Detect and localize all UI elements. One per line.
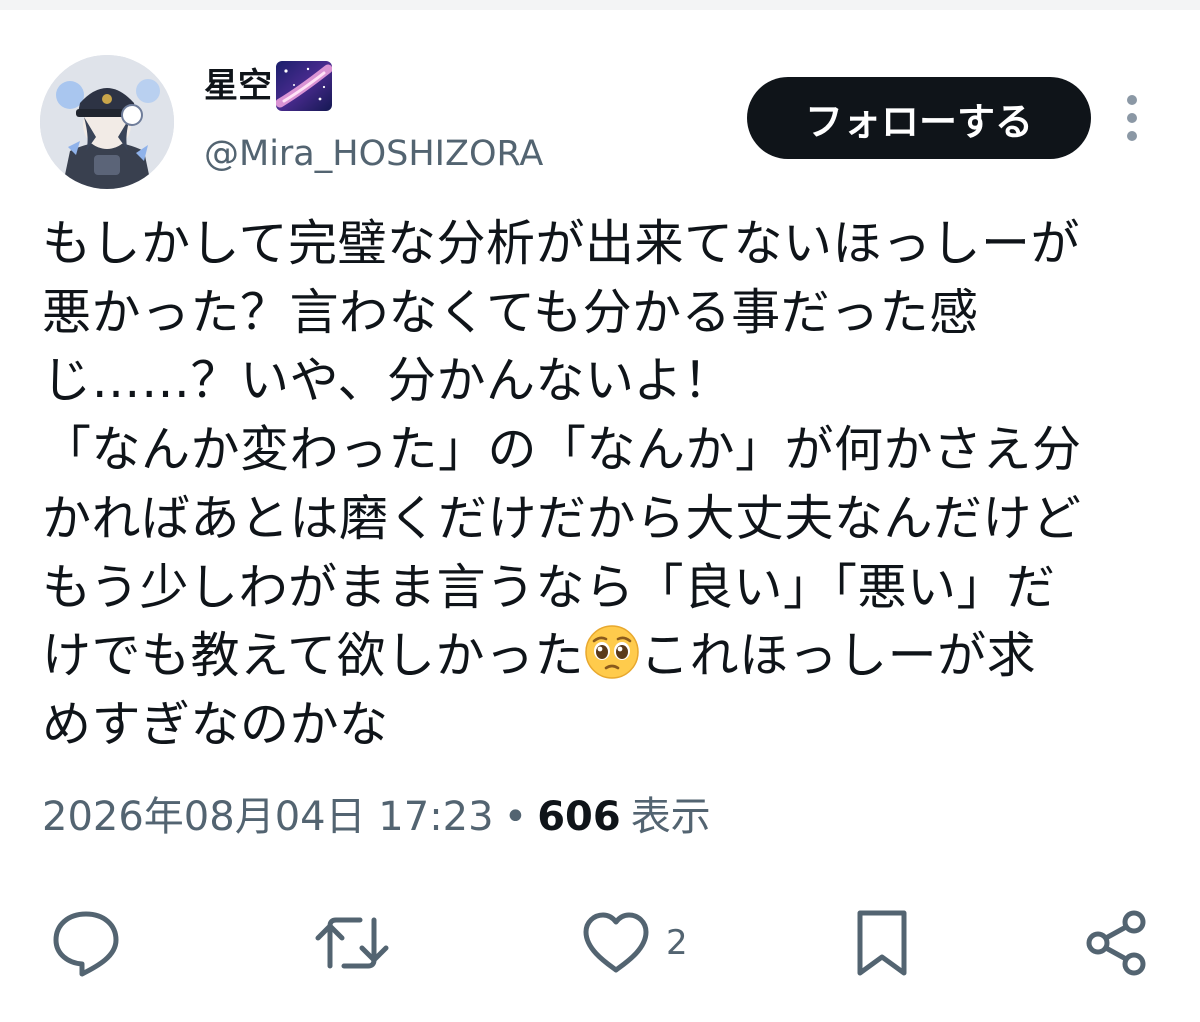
share-icon [1086, 910, 1146, 976]
user-handle[interactable]: @Mira_HOSHIZORA [204, 132, 543, 176]
tweet-text: もしかして完璧な分析が出来てないほっしーが 悪かった？言わなくても分かる事だった… [42, 210, 1162, 760]
views-label: 表示 [630, 794, 711, 840]
reply-icon [53, 911, 119, 977]
display-name-text: 星空 [204, 66, 272, 106]
reply-button[interactable] [50, 908, 122, 978]
more-vertical-icon [1127, 95, 1137, 141]
top-divider [0, 0, 1200, 10]
bookmark-icon [857, 910, 907, 976]
retweet-button[interactable] [314, 908, 390, 978]
display-name[interactable]: 星空 [204, 60, 332, 112]
retweet-icon [315, 917, 389, 969]
follow-button[interactable]: フォローする [747, 77, 1091, 159]
tweet-text-part-1: もしかして完璧な分析が出来てないほっしーが 悪かった？言わなくても分かる事だった… [42, 215, 1082, 685]
more-options-button[interactable] [1112, 92, 1152, 144]
avatar[interactable] [40, 55, 174, 189]
share-button[interactable] [1084, 908, 1150, 978]
meta-separator: • [503, 794, 528, 840]
views-count: 606 [537, 794, 621, 840]
bookmark-button[interactable] [852, 908, 912, 978]
tweet-meta: 2026年08月04日 17:23 • 606 表示 [42, 790, 711, 844]
milky-way-emoji [276, 61, 332, 111]
like-button[interactable]: 2 [580, 908, 688, 978]
pleading-face-emoji [584, 624, 640, 680]
like-heart-icon [583, 912, 649, 973]
like-count: 2 [666, 923, 688, 963]
avatar-image [40, 55, 174, 189]
timestamp[interactable]: 2026年08月04日 17:23 [42, 794, 494, 840]
